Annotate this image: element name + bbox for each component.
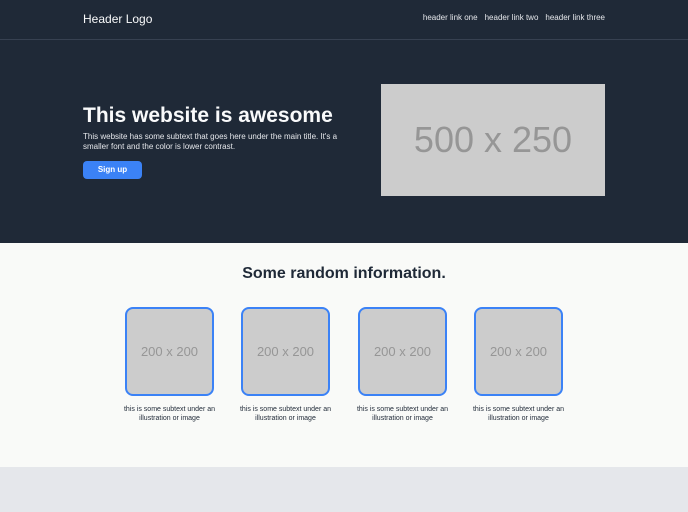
card-subtext: this is some subtext under an illustrati… xyxy=(472,406,565,422)
card-image-placeholder: 200 x 200 xyxy=(358,307,447,396)
info-card: 200 x 200 this is some subtext under an … xyxy=(473,307,564,423)
info-section: Some random information. 200 x 200 this … xyxy=(0,243,688,467)
footer-area xyxy=(0,467,688,512)
card-image-placeholder: 200 x 200 xyxy=(241,307,330,396)
card-image-label: 200 x 200 xyxy=(256,344,315,359)
card-image-placeholder: 200 x 200 xyxy=(125,307,214,396)
card-subtext: this is some subtext under an illustrati… xyxy=(123,406,216,422)
info-title: Some random information. xyxy=(242,265,446,282)
card-image-placeholder: 200 x 200 xyxy=(474,307,563,396)
card-image-label: 200 x 200 xyxy=(489,344,548,359)
hero-image-placeholder: 500 x 250 xyxy=(381,84,605,196)
signup-button[interactable]: Sign up xyxy=(83,161,142,179)
header-link-two[interactable]: header link two xyxy=(485,13,539,22)
card-image-label: 200 x 200 xyxy=(140,344,199,359)
card-subtext: this is some subtext under an illustrati… xyxy=(239,406,332,422)
header-logo[interactable]: Header Logo xyxy=(83,12,152,26)
card-image-label: 200 x 200 xyxy=(373,344,432,359)
hero-title: This website is awesome xyxy=(83,104,333,127)
header-nav: header link one header link two header l… xyxy=(423,13,605,22)
info-card: 200 x 200 this is some subtext under an … xyxy=(240,307,331,423)
header: Header Logo header link one header link … xyxy=(0,0,688,40)
info-card: 200 x 200 this is some subtext under an … xyxy=(124,307,215,423)
header-link-three[interactable]: header link three xyxy=(545,13,605,22)
header-link-one[interactable]: header link one xyxy=(423,13,478,22)
card-subtext: this is some subtext under an illustrati… xyxy=(356,406,449,422)
hero-subtext: This website has some subtext that goes … xyxy=(83,132,338,151)
info-card: 200 x 200 this is some subtext under an … xyxy=(357,307,448,423)
hero-section: Header Logo header link one header link … xyxy=(0,0,688,243)
hero-image-label: 500 x 250 xyxy=(413,119,573,160)
